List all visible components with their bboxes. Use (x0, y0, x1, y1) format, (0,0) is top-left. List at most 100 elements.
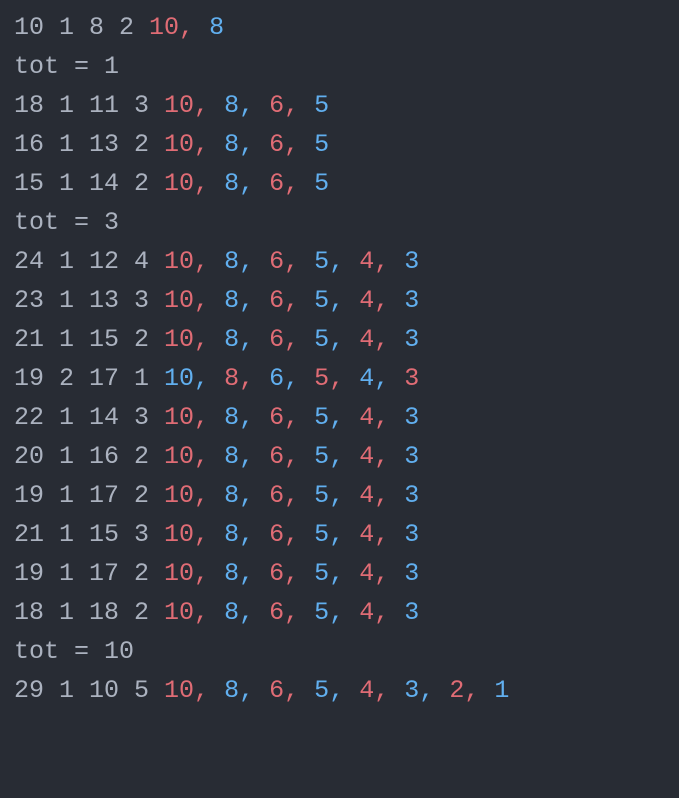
token-red: 10 (164, 442, 194, 471)
token-blue: 8 (224, 481, 239, 510)
token-blue: , (239, 130, 254, 159)
token-red: , (194, 247, 209, 276)
token-grey (209, 364, 224, 393)
token-blue: 3 (404, 286, 419, 315)
token-red: 6 (269, 325, 284, 354)
token-blue: 8 (224, 559, 239, 588)
token-blue: 5 (314, 481, 329, 510)
token-blue: 4 (359, 364, 374, 393)
token-grey (389, 676, 404, 705)
token-red: 5 (314, 364, 329, 393)
token-blue: 8 (224, 676, 239, 705)
token-blue: , (374, 364, 389, 393)
token-grey (344, 286, 359, 315)
token-red: , (374, 520, 389, 549)
token-blue: 5 (314, 169, 329, 198)
token-red: , (194, 520, 209, 549)
token-blue: 8 (224, 442, 239, 471)
token-red: , (374, 442, 389, 471)
token-grey (209, 169, 224, 198)
token-red: 10 (164, 520, 194, 549)
token-blue: , (329, 403, 344, 432)
token-grey: 18 1 11 3 (14, 91, 164, 120)
token-blue: , (239, 286, 254, 315)
token-blue: , (329, 286, 344, 315)
token-blue: , (239, 481, 254, 510)
token-grey (344, 598, 359, 627)
token-red: , (329, 364, 344, 393)
token-blue: 5 (314, 442, 329, 471)
token-red: , (284, 520, 299, 549)
token-red: 4 (359, 481, 374, 510)
token-grey: tot = 10 (14, 637, 134, 666)
token-grey (254, 325, 269, 354)
token-grey (299, 559, 314, 588)
token-grey (344, 481, 359, 510)
token-blue: 3 (404, 442, 419, 471)
token-blue: 5 (314, 247, 329, 276)
token-red: , (284, 91, 299, 120)
token-red: , (374, 481, 389, 510)
token-red: 10 (164, 559, 194, 588)
token-blue: 5 (314, 91, 329, 120)
token-red: , (284, 403, 299, 432)
token-blue: 8 (224, 247, 239, 276)
token-blue: 5 (314, 286, 329, 315)
token-grey (254, 403, 269, 432)
token-grey (254, 442, 269, 471)
token-grey (299, 130, 314, 159)
token-grey (299, 169, 314, 198)
token-grey: 22 1 14 3 (14, 403, 164, 432)
token-grey (299, 481, 314, 510)
token-grey (344, 247, 359, 276)
token-grey (344, 364, 359, 393)
token-red: , (194, 286, 209, 315)
token-red: 4 (359, 247, 374, 276)
token-red: , (194, 676, 209, 705)
token-blue: , (194, 364, 209, 393)
token-blue: 10 (164, 364, 194, 393)
token-blue: 5 (314, 676, 329, 705)
token-blue: 5 (314, 403, 329, 432)
token-red: , (284, 130, 299, 159)
token-grey (209, 130, 224, 159)
token-red: 4 (359, 403, 374, 432)
token-red: , (284, 286, 299, 315)
token-grey (299, 442, 314, 471)
token-grey: tot = 3 (14, 208, 119, 237)
token-grey (434, 676, 449, 705)
token-blue: 5 (314, 520, 329, 549)
token-blue: , (329, 676, 344, 705)
token-grey (344, 442, 359, 471)
token-grey (344, 403, 359, 432)
token-grey (254, 169, 269, 198)
token-blue: 5 (314, 559, 329, 588)
token-blue: , (329, 247, 344, 276)
token-red: , (374, 559, 389, 588)
token-grey (209, 403, 224, 432)
token-blue: 5 (314, 130, 329, 159)
token-red: 6 (269, 286, 284, 315)
token-red: , (179, 13, 194, 42)
token-red: , (194, 481, 209, 510)
token-grey (254, 676, 269, 705)
token-grey (254, 598, 269, 627)
token-red: , (194, 91, 209, 120)
token-grey (389, 481, 404, 510)
token-red: 4 (359, 442, 374, 471)
token-grey: 23 1 13 3 (14, 286, 164, 315)
token-blue: 6 (269, 364, 284, 393)
token-grey (389, 403, 404, 432)
token-grey (299, 676, 314, 705)
token-red: 4 (359, 286, 374, 315)
token-grey: 16 1 13 2 (14, 130, 164, 159)
token-grey (209, 247, 224, 276)
token-grey: 19 2 17 1 (14, 364, 164, 393)
token-blue: 8 (224, 520, 239, 549)
token-grey (389, 598, 404, 627)
token-blue: , (329, 442, 344, 471)
token-grey (254, 364, 269, 393)
token-grey (299, 403, 314, 432)
token-grey (299, 91, 314, 120)
token-grey (254, 559, 269, 588)
